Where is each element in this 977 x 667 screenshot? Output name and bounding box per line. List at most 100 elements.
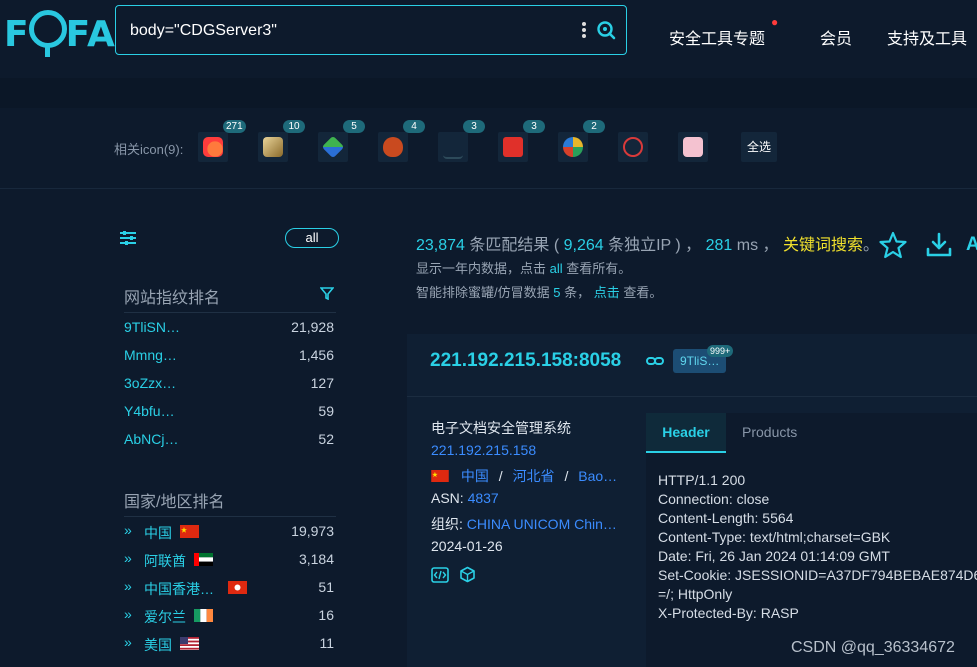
- hong-kong-flag-icon: [228, 581, 247, 594]
- city-link[interactable]: Bao…: [578, 468, 617, 484]
- link-icon[interactable]: [646, 352, 664, 370]
- http-header-line: X-Protected-By: RASP: [658, 605, 799, 621]
- country-row[interactable]: » 爱尔兰 16: [124, 606, 334, 627]
- search-input[interactable]: [128, 18, 562, 44]
- country-name[interactable]: 中国香港…: [144, 579, 214, 599]
- bird-logo-icon: [263, 137, 283, 157]
- country-row[interactable]: » 中国香港… 51: [124, 578, 334, 599]
- expand-chevron-icon[interactable]: »: [124, 634, 132, 650]
- results-summary: 23,874 条匹配结果 ( 9,264 条独立IP ) ， 281 ms ， …: [416, 231, 879, 255]
- favicon-filter-1[interactable]: 271: [198, 120, 246, 162]
- fingerprint-name[interactable]: 9TliSN…: [124, 319, 180, 335]
- keyword-search-link[interactable]: 关键词搜索: [783, 237, 863, 254]
- nav-support-tools[interactable]: 支持及工具: [887, 25, 967, 49]
- red-lock-icon: [503, 137, 523, 157]
- orange-app-icon: [203, 137, 223, 157]
- ireland-flag-icon: [194, 609, 213, 622]
- nav-membership[interactable]: 会员: [820, 25, 852, 49]
- fingerprint-row[interactable]: AbNCj… 52: [124, 431, 334, 451]
- fingerprint-count: 127: [310, 375, 334, 391]
- fingerprint-name[interactable]: Y4bfu…: [124, 403, 175, 419]
- expand-chevron-icon[interactable]: »: [124, 606, 132, 622]
- favicon-filter-7[interactable]: 2: [558, 120, 605, 162]
- search-icon[interactable]: [596, 20, 616, 40]
- header-band: [0, 78, 977, 109]
- favicon-count: 4: [403, 120, 425, 133]
- hot-fire-icon: ●: [771, 15, 779, 29]
- logo-letters-fa: FA: [65, 14, 116, 55]
- favicon-filter-8[interactable]: [618, 132, 648, 162]
- more-options-icon[interactable]: [580, 20, 588, 42]
- cube-icon[interactable]: [459, 566, 476, 583]
- host-link[interactable]: 221.192.215.158:8058: [430, 350, 621, 372]
- http-header-line: Content-Length: 5564: [658, 510, 794, 526]
- favicon-filter-2[interactable]: 10: [258, 120, 305, 162]
- china-flag-icon: [431, 470, 449, 482]
- fingerprint-row[interactable]: 3oZzx… 127: [124, 375, 334, 395]
- country-name[interactable]: 阿联酋: [144, 551, 186, 571]
- query-time: 281: [705, 237, 733, 254]
- source-code-icon[interactable]: [431, 567, 449, 583]
- favicon-filter-3[interactable]: 5: [318, 120, 365, 162]
- nav-security-tools[interactable]: 安全工具专题: [669, 25, 765, 49]
- download-icon[interactable]: [926, 232, 952, 258]
- location-row: 中国 / 河北省 / Bao…: [431, 466, 617, 486]
- ip-link[interactable]: 221.192.215.158: [431, 442, 536, 458]
- view-all-link[interactable]: all: [550, 261, 563, 276]
- fingerprint-row[interactable]: 9TliSN… 21,928: [124, 319, 334, 339]
- country-row[interactable]: » 美国 11: [124, 634, 334, 655]
- country-name[interactable]: 美国: [144, 635, 172, 655]
- star-icon[interactable]: [879, 231, 907, 259]
- funnel-icon[interactable]: [320, 287, 334, 300]
- summary-text: 。: [863, 237, 880, 254]
- tab-products[interactable]: Products: [742, 424, 797, 440]
- asn-link[interactable]: 4837: [468, 490, 499, 506]
- pink-heart-icon: [683, 137, 703, 157]
- expand-chevron-icon[interactable]: »: [124, 550, 132, 566]
- fingerprint-count: 21,928: [291, 319, 334, 335]
- fingerprint-ranking-title: 网站指纹排名: [124, 290, 221, 307]
- ip-row: 221.192.215.158: [431, 442, 536, 458]
- shield-icon: [383, 137, 403, 157]
- fingerprint-name[interactable]: 3oZzx…: [124, 375, 176, 391]
- api-button[interactable]: A: [966, 234, 977, 256]
- country-row[interactable]: » 阿联酋 3,184: [124, 550, 334, 571]
- fingerprint-row[interactable]: Mmng… 1,456: [124, 347, 334, 367]
- favicon-count: 5: [343, 120, 365, 133]
- china-flag-icon: [180, 525, 199, 538]
- summary-text: 条匹配结果 (: [464, 237, 564, 254]
- favicon-filter-4[interactable]: 4: [378, 120, 425, 162]
- notice-text: 智能排除蜜罐/仿冒数据: [416, 285, 554, 300]
- favicon-count: 2: [583, 120, 605, 133]
- country-link[interactable]: 中国: [461, 468, 489, 484]
- filter-settings-icon[interactable]: [120, 231, 136, 245]
- fingerprint-row[interactable]: Y4bfu… 59: [124, 403, 334, 423]
- expand-chevron-icon[interactable]: »: [124, 578, 132, 594]
- all-toggle-button[interactable]: all: [285, 228, 339, 248]
- org-link[interactable]: CHINA UNICOM Chin…: [467, 516, 617, 532]
- fingerprint-name[interactable]: AbNCj…: [124, 431, 178, 447]
- country-row[interactable]: » 中国 19,973: [124, 522, 334, 543]
- country-name[interactable]: 中国: [144, 523, 172, 543]
- separator: /: [564, 468, 569, 484]
- honeypot-view-link[interactable]: 点击: [594, 285, 620, 300]
- fingerprint-name[interactable]: Mmng…: [124, 347, 177, 363]
- province-link[interactable]: 河北省: [513, 468, 555, 484]
- org-row: 组织: CHINA UNICOM Chin…: [431, 514, 617, 534]
- search-box[interactable]: [115, 5, 627, 55]
- usa-flag-icon: [180, 637, 199, 650]
- expand-chevron-icon[interactable]: »: [124, 522, 132, 538]
- fingerprint-count: 1,456: [298, 347, 334, 363]
- favicon-filter-9[interactable]: [678, 132, 708, 162]
- tab-header[interactable]: Header: [646, 413, 726, 453]
- date: 2024-01-26: [431, 538, 503, 554]
- favicon-filter-5[interactable]: 3: [438, 120, 485, 162]
- favicon-filter-6[interactable]: 3: [498, 120, 545, 162]
- http-header-line: =/; HttpOnly: [658, 586, 733, 602]
- red-shield-icon: [623, 137, 643, 157]
- country-name[interactable]: 爱尔兰: [144, 607, 186, 627]
- favicon-count: 271: [223, 120, 246, 133]
- select-all-button[interactable]: 全选: [741, 132, 777, 162]
- notice-text: 条，: [560, 285, 594, 300]
- fofa-logo[interactable]: F FA: [4, 8, 116, 57]
